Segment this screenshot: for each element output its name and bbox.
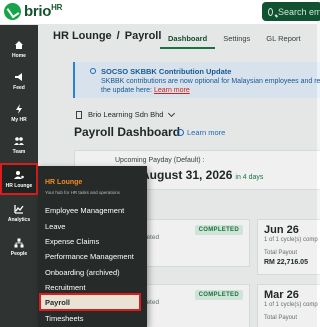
flyout-description: Your hub for HR tasks and operations (45, 190, 120, 195)
sidebar-item-label: Team (12, 148, 26, 155)
brio-logo-icon (4, 3, 21, 20)
sidebar-item-team[interactable]: Team (0, 129, 38, 161)
sidebar-item-label: HR Lounge (5, 182, 33, 189)
sidebar-item-hr-lounge[interactable]: HR Lounge (0, 163, 38, 195)
sidebar: Home Feed My HR Team HR Lounge Analytics (0, 25, 38, 327)
search-input[interactable] (278, 6, 320, 17)
sidebar-item-label: My HR (11, 116, 27, 123)
sidebar-item-home[interactable]: Home (0, 33, 38, 65)
sidebar-item-feed[interactable]: Feed (0, 65, 38, 97)
menu-item-payroll[interactable]: Payroll (39, 293, 141, 311)
sidebar-item-analytics[interactable]: Analytics (0, 197, 38, 229)
home-icon (14, 40, 24, 50)
menu-item-leave[interactable]: Leave (45, 222, 65, 231)
logo-text: brio (24, 3, 52, 20)
megaphone-icon (14, 72, 24, 82)
sidebar-item-label: Analytics (7, 216, 31, 223)
menu-item-employee-management[interactable]: Employee Management (45, 206, 124, 215)
sidebar-item-label: Home (12, 52, 26, 59)
sidebar-item-people[interactable]: People (0, 231, 38, 263)
search-box[interactable] (262, 2, 320, 21)
people-icon (14, 238, 24, 248)
sidebar-item-label: Feed (13, 84, 25, 91)
search-icon (268, 7, 273, 16)
bolt-icon (14, 103, 24, 114)
hr-lounge-flyout-menu: HR Lounge Your hub for HR tasks and oper… (38, 166, 147, 327)
menu-item-recruitment[interactable]: Recruitment (45, 283, 85, 292)
menu-item-expense-claims[interactable]: Expense Claims (45, 237, 99, 246)
team-icon (14, 136, 24, 146)
sidebar-item-label: People (10, 250, 28, 257)
logo-sup: HR (51, 3, 63, 12)
flyout-title: HR Lounge (45, 179, 83, 186)
menu-item-timesheets[interactable]: Timesheets (45, 314, 84, 323)
sidebar-item-my-hr[interactable]: My HR (0, 97, 38, 129)
lounge-icon (14, 170, 24, 180)
analytics-icon (14, 204, 24, 214)
menu-item-performance-management[interactable]: Performance Management (45, 252, 134, 261)
menu-item-onboarding[interactable]: Onboarding (archived) (45, 268, 120, 277)
brio-hr-logo[interactable]: brioHR (4, 3, 62, 20)
top-bar: brioHR (0, 0, 320, 25)
